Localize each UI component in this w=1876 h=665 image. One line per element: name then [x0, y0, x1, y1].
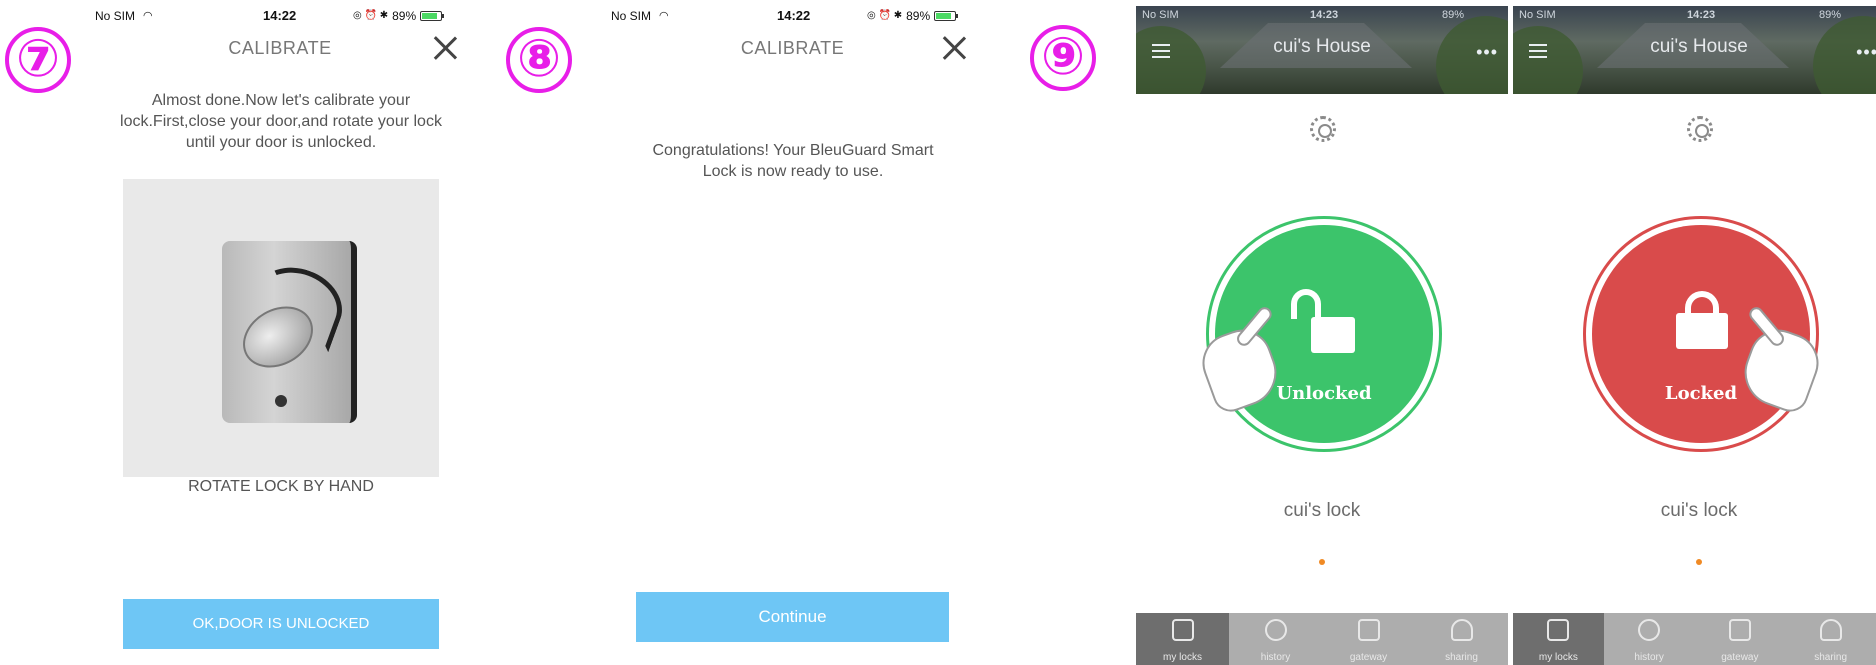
tab-bar: my locks history gateway sharing: [1136, 613, 1508, 665]
status-right-icons: ◎ ⏰ ✱ 89%: [353, 7, 445, 25]
clock-time: 14:23: [1310, 9, 1339, 21]
padlock-closed-icon: [1676, 291, 1728, 349]
tab-bar: my locks history gateway sharing: [1513, 613, 1876, 665]
padlock-icon: [1547, 619, 1570, 641]
step-number-8: ⑧: [506, 27, 572, 93]
page-title: CALIBRATE: [740, 38, 845, 58]
carrier-label: No SIM: [95, 9, 136, 23]
battery-percent: 89%: [1442, 9, 1465, 21]
carrier-label: No SIM: [1142, 9, 1179, 21]
rotate-lock-illustration: [123, 179, 439, 477]
tab-history[interactable]: history: [1229, 613, 1322, 665]
clock-time: 14:23: [1687, 9, 1716, 21]
continue-button[interactable]: Continue: [636, 592, 949, 642]
screw-icon: [275, 395, 287, 407]
person-icon: [1819, 619, 1842, 641]
lock-name: cui's lock: [1660, 500, 1738, 521]
close-icon[interactable]: [941, 35, 967, 61]
image-caption: ROTATE LOCK BY HAND: [188, 478, 374, 495]
page-indicator-dot: [1319, 559, 1325, 565]
tab-sharing[interactable]: sharing: [1785, 613, 1876, 665]
battery-percent: 89%: [392, 9, 417, 23]
status-icons: ◎ ⏰ ✱: [867, 10, 903, 21]
tab-my-locks[interactable]: my locks: [1136, 613, 1229, 665]
tab-history[interactable]: history: [1604, 613, 1695, 665]
lock-screen-locked: No SIM 14:23 89% cui's House ••• Locked …: [1513, 6, 1876, 665]
clock-time: 14:22: [777, 8, 811, 23]
tab-my-locks[interactable]: my locks: [1513, 613, 1604, 665]
tab-sharing[interactable]: sharing: [1415, 613, 1508, 665]
more-dots-icon[interactable]: •••: [1476, 42, 1498, 63]
calibrate-instruction: Almost done.Now let's calibrate your loc…: [120, 92, 442, 151]
lock-name: cui's lock: [1283, 500, 1361, 521]
step-number-7: ⑦: [5, 27, 71, 93]
person-icon: [1450, 619, 1473, 641]
padlock-open-icon: [1291, 289, 1355, 353]
clock-time: 14:22: [263, 8, 297, 23]
status-bar: No SIM 14:23 89%: [1142, 8, 1502, 22]
battery-percent: 89%: [1819, 9, 1842, 21]
screen-calibrate-step-7: No SIM ◠ 14:22 ◎ ⏰ ✱ 89% CALIBRATE Almos…: [95, 0, 465, 665]
gateway-icon: [1357, 619, 1380, 641]
wifi-icon: ◠: [659, 10, 669, 22]
status-right-icons: ◎ ⏰ ✱ 89%: [867, 7, 959, 25]
battery-icon: [420, 11, 445, 21]
success-message: Congratulations! Your BleuGuard Smart Lo…: [652, 142, 934, 180]
page-indicator-dot: [1696, 559, 1702, 565]
status-bar: No SIM ◠ 14:22 ◎ ⏰ ✱ 89%: [611, 7, 981, 25]
house-title: cui's House: [1273, 36, 1371, 57]
step-number-9: ⑨: [1030, 25, 1096, 91]
door-unlocked-button[interactable]: OK,DOOR IS UNLOCKED: [123, 599, 439, 649]
wifi-icon: ◠: [143, 10, 153, 22]
battery-icon: [934, 11, 959, 21]
gear-icon[interactable]: [1310, 116, 1336, 142]
battery-percent: 89%: [906, 9, 931, 23]
carrier-label: No SIM: [1519, 9, 1556, 21]
tab-gateway[interactable]: gateway: [1322, 613, 1415, 665]
status-bar: No SIM 14:23 89%: [1519, 8, 1876, 22]
gateway-icon: [1728, 619, 1751, 641]
lock-toggle-button[interactable]: Unlocked: [1194, 216, 1442, 452]
padlock-icon: [1171, 619, 1194, 641]
clock-icon: [1264, 619, 1287, 641]
gear-icon[interactable]: [1687, 116, 1713, 142]
status-icons: ◎ ⏰ ✱: [353, 10, 389, 21]
more-dots-icon[interactable]: •••: [1856, 42, 1876, 63]
screen-calibrate-step-8: No SIM ◠ 14:22 ◎ ⏰ ✱ 89% CALIBRATE Congr…: [605, 0, 980, 665]
tab-gateway[interactable]: gateway: [1695, 613, 1786, 665]
lock-toggle-button[interactable]: Locked: [1583, 216, 1827, 452]
status-bar: No SIM ◠ 14:22 ◎ ⏰ ✱ 89%: [95, 7, 465, 25]
lock-screen-unlocked: No SIM 14:23 89% cui's House ••• Unlocke…: [1136, 6, 1508, 665]
carrier-label: No SIM: [611, 9, 652, 23]
close-icon[interactable]: [432, 35, 458, 61]
house-title: cui's House: [1650, 36, 1748, 57]
clock-icon: [1638, 619, 1661, 641]
page-title: CALIBRATE: [228, 38, 332, 58]
